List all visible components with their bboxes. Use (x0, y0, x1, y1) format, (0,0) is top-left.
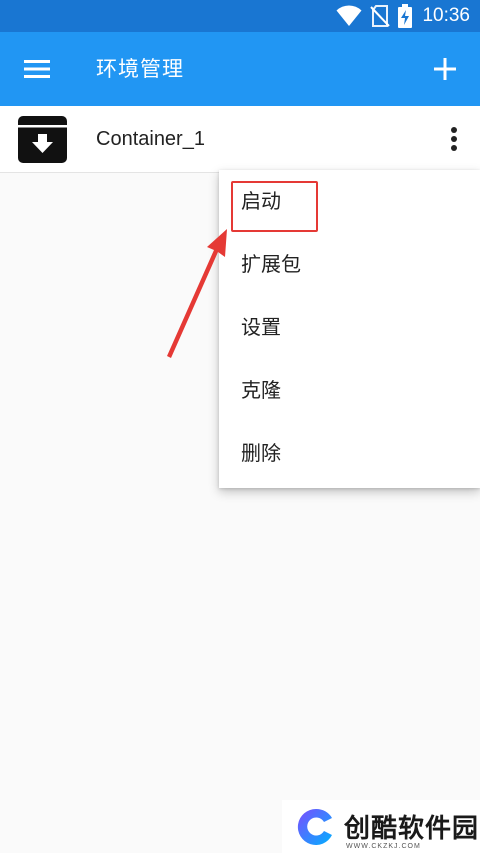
highlight-box (231, 181, 318, 232)
watermark-url: WWW.CKZKJ.COM (346, 843, 421, 850)
list-item-label: Container_1 (96, 128, 205, 150)
app-bar: 环境管理 (0, 32, 480, 106)
watermark-logo-icon (297, 808, 332, 845)
status-bar: 10:36 (0, 0, 480, 32)
battery-charging-icon (398, 4, 413, 28)
menu-item-clone[interactable]: 克隆 (219, 359, 480, 422)
no-sim-icon (370, 5, 391, 27)
watermark: 创酷软件园 WWW.CKZKJ.COM (282, 800, 480, 853)
menu-button[interactable] (18, 50, 56, 88)
archive-download-icon (18, 116, 67, 163)
status-time: 10:36 (422, 5, 470, 26)
plus-icon (434, 58, 456, 80)
menu-item-settings[interactable]: 设置 (219, 296, 480, 359)
menu-item-extensions[interactable]: 扩展包 (219, 233, 480, 296)
watermark-text: 创酷软件园 (344, 814, 480, 844)
status-icons: 10:36 (336, 0, 470, 32)
page-title: 环境管理 (96, 57, 184, 81)
wifi-icon (336, 5, 362, 26)
more-vert-icon (451, 127, 457, 151)
more-options-button[interactable] (442, 124, 466, 154)
hamburger-icon (24, 60, 50, 78)
list-item[interactable]: Container_1 (0, 106, 480, 173)
menu-item-delete[interactable]: 删除 (219, 422, 480, 485)
add-button[interactable] (426, 50, 464, 88)
